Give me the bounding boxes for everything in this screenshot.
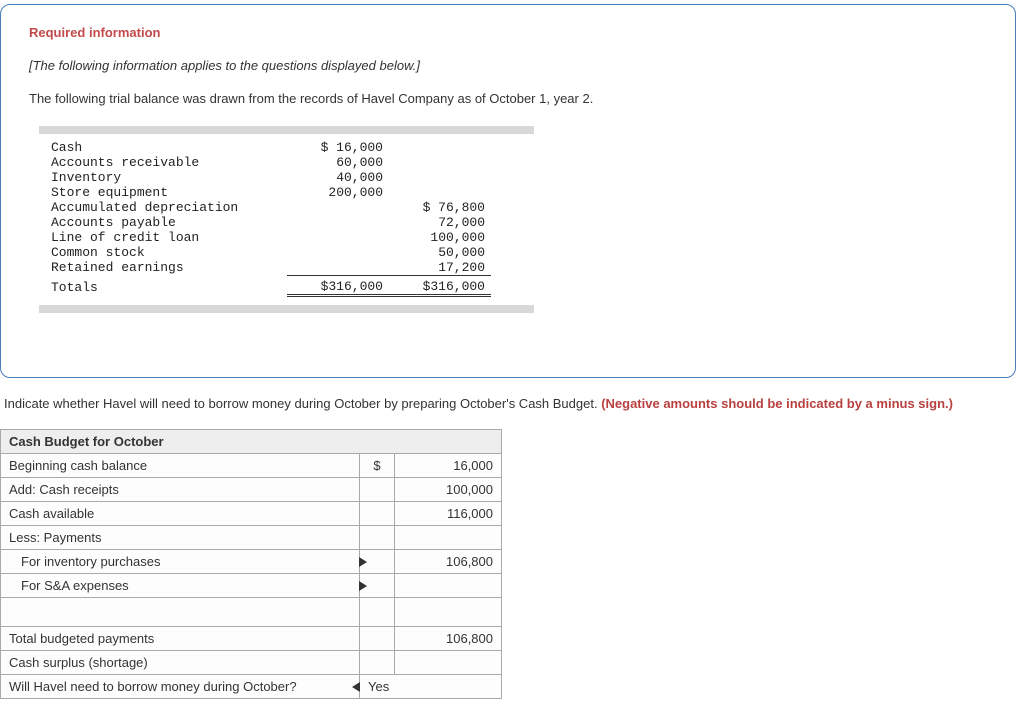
row-label-surplus: Cash surplus (shortage) [1, 651, 360, 675]
tb-label: Accounts payable [45, 215, 287, 230]
tb-totals-row: Totals $316,000 $316,000 [45, 276, 491, 296]
tb-debit: $ 16,000 [287, 140, 389, 155]
dropdown-label: For S&A expenses [21, 578, 129, 593]
tb-row: Accounts receivable60,000 [45, 155, 491, 170]
value-sa-expenses[interactable] [395, 574, 502, 598]
tb-credit: 100,000 [389, 230, 491, 245]
tb-row: Line of credit loan 100,000 [45, 230, 491, 245]
tb-label: Accumulated depreciation [45, 200, 287, 215]
value-cash-receipts[interactable]: 100,000 [395, 478, 502, 502]
tb-row: Cash$ 16,000 [45, 140, 491, 155]
row-label-total-budgeted: Total budgeted payments [1, 627, 360, 651]
dropdown-arrow-icon [359, 581, 367, 591]
tb-totals-debit: $316,000 [287, 276, 389, 296]
dropdown-arrow-icon [352, 682, 360, 692]
symbol-cell[interactable] [360, 651, 395, 675]
dropdown-inventory-purchases[interactable]: For inventory purchases [1, 550, 360, 574]
tb-label: Inventory [45, 170, 287, 185]
value-total-budgeted[interactable]: 106,800 [395, 627, 502, 651]
cash-budget-table: Cash Budget for October Beginning cash b… [0, 429, 502, 699]
trial-balance-block: Cash$ 16,000 Accounts receivable60,000 I… [29, 122, 987, 317]
value-cell[interactable] [395, 526, 502, 550]
tb-totals-label: Totals [45, 276, 287, 296]
tb-debit [287, 215, 389, 230]
required-information-heading: Required information [29, 25, 987, 40]
tb-row: Retained earnings 17,200 [45, 260, 491, 276]
tb-row: Accumulated depreciation $ 76,800 [45, 200, 491, 215]
value-cell[interactable] [395, 598, 502, 627]
symbol-cell[interactable] [360, 502, 395, 526]
tb-row: Inventory40,000 [45, 170, 491, 185]
budget-title: Cash Budget for October [1, 430, 502, 454]
tb-debit: 60,000 [287, 155, 389, 170]
symbol-cell[interactable] [360, 478, 395, 502]
tb-debit: 200,000 [287, 185, 389, 200]
tb-credit: 72,000 [389, 215, 491, 230]
value-surplus[interactable] [395, 651, 502, 675]
tb-totals-credit: $316,000 [389, 276, 491, 296]
instruction-note: (Negative amounts should be indicated by… [601, 396, 953, 411]
tb-credit [389, 155, 491, 170]
row-label-beginning-balance: Beginning cash balance [1, 454, 360, 478]
value-beginning-balance[interactable]: 16,000 [395, 454, 502, 478]
symbol-cell[interactable] [360, 526, 395, 550]
instruction-line: Indicate whether Havel will need to borr… [0, 396, 1024, 411]
tb-debit: 40,000 [287, 170, 389, 185]
tb-credit [389, 140, 491, 155]
row-label-cash-receipts: Add: Cash receipts [1, 478, 360, 502]
instruction-text: Indicate whether Havel will need to borr… [4, 396, 601, 411]
tb-credit [389, 170, 491, 185]
tb-label: Store equipment [45, 185, 287, 200]
value-inventory-purchases[interactable]: 106,800 [395, 550, 502, 574]
tb-debit [287, 245, 389, 260]
trial-balance-table: Cash$ 16,000 Accounts receivable60,000 I… [45, 140, 491, 297]
tb-credit: $ 76,800 [389, 200, 491, 215]
symbol-cell[interactable] [360, 627, 395, 651]
tb-debit [287, 260, 389, 276]
tb-label: Retained earnings [45, 260, 287, 276]
tb-debit [287, 230, 389, 245]
tb-row: Accounts payable 72,000 [45, 215, 491, 230]
row-label-less-payments: Less: Payments [1, 526, 360, 550]
intro-text: The following trial balance was drawn fr… [29, 91, 987, 106]
row-label-borrow-question: Will Havel need to borrow money during O… [1, 675, 360, 699]
tb-label: Common stock [45, 245, 287, 260]
dropdown-borrow-answer[interactable]: Yes [360, 675, 502, 699]
tb-row: Common stock 50,000 [45, 245, 491, 260]
dropdown-arrow-icon [359, 557, 367, 567]
tb-credit: 50,000 [389, 245, 491, 260]
value-cash-available[interactable]: 116,000 [395, 502, 502, 526]
row-label-cash-available: Cash available [1, 502, 360, 526]
tb-row: Store equipment200,000 [45, 185, 491, 200]
dropdown-sa-expenses[interactable]: For S&A expenses [1, 574, 360, 598]
tb-credit [389, 185, 491, 200]
tb-debit [287, 200, 389, 215]
currency-symbol-cell[interactable]: $ [360, 454, 395, 478]
trial-balance-bottom-bar [39, 305, 534, 313]
tb-credit: 17,200 [389, 260, 491, 276]
blank-label-cell[interactable] [1, 598, 360, 627]
tb-label: Accounts receivable [45, 155, 287, 170]
tb-label: Line of credit loan [45, 230, 287, 245]
dropdown-label: For inventory purchases [21, 554, 160, 569]
tb-label: Cash [45, 140, 287, 155]
trial-balance-top-bar [39, 126, 534, 134]
symbol-cell[interactable] [360, 598, 395, 627]
applies-note: [The following information applies to th… [29, 58, 987, 73]
